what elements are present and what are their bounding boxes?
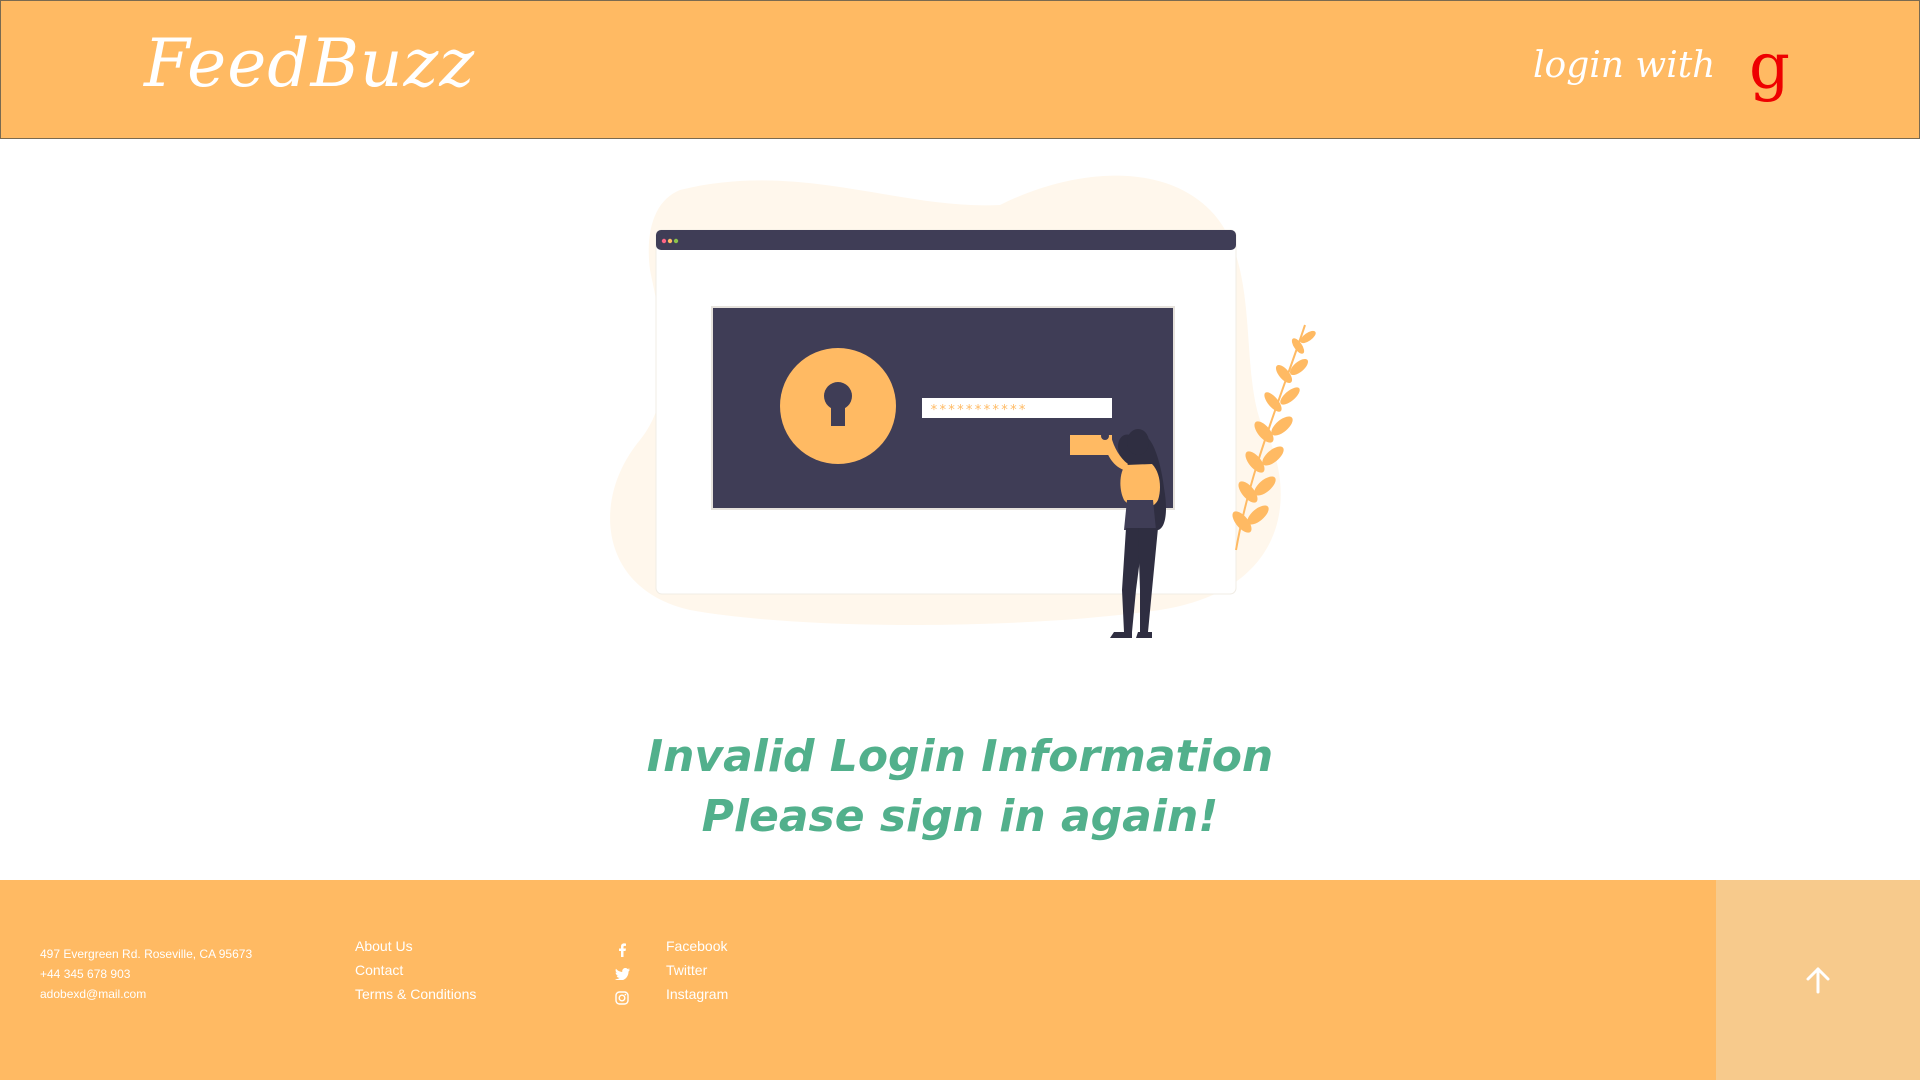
social-links: Facebook Twitter Instagram — [666, 936, 728, 1008]
login-with-label: login with — [1533, 45, 1716, 86]
instagram-icon[interactable] — [612, 986, 632, 1010]
footer-link-terms[interactable]: Terms & Conditions — [355, 984, 476, 1008]
window-dot-red — [661, 238, 667, 244]
error-message-subtitle: Please sign in again! — [701, 791, 1219, 842]
footer — [0, 880, 1920, 1080]
social-link-twitter[interactable]: Twitter — [666, 960, 728, 984]
back-to-top-button[interactable] — [1716, 880, 1920, 1080]
locked-login-illustration: *********** — [600, 170, 1320, 670]
social-link-instagram[interactable]: Instagram — [666, 984, 728, 1008]
footer-contact: 497 Evergreen Rd. Roseville, CA 95673 +4… — [40, 944, 252, 1004]
footer-links: About Us Contact Terms & Conditions — [355, 936, 476, 1008]
social-icons — [612, 938, 632, 1010]
header-bar: FeedBuzz login with g — [0, 0, 1920, 139]
keyhole-stem — [831, 398, 845, 426]
footer-email[interactable]: adobexd@mail.com — [40, 984, 252, 1004]
window-dot-yellow — [667, 238, 673, 244]
app-logo[interactable]: FeedBuzz — [144, 25, 475, 102]
error-message-title: Invalid Login Information — [646, 731, 1274, 782]
footer-link-contact[interactable]: Contact — [355, 960, 476, 984]
window-dot-green — [673, 238, 679, 244]
google-login-icon[interactable]: g — [1749, 35, 1790, 99]
arrow-up-icon — [1806, 967, 1830, 994]
facebook-icon[interactable] — [612, 938, 632, 962]
social-link-facebook[interactable]: Facebook — [666, 936, 728, 960]
footer-phone: +44 345 678 903 — [40, 967, 131, 981]
footer-address: 497 Evergreen Rd. Roseville, CA 95673 — [40, 947, 253, 961]
password-mask: *********** — [930, 403, 1027, 418]
footer-link-about[interactable]: About Us — [355, 936, 476, 960]
twitter-icon[interactable] — [612, 962, 632, 986]
browser-titlebar — [656, 230, 1236, 250]
locked-screen-svg: *********** — [610, 175, 1316, 638]
